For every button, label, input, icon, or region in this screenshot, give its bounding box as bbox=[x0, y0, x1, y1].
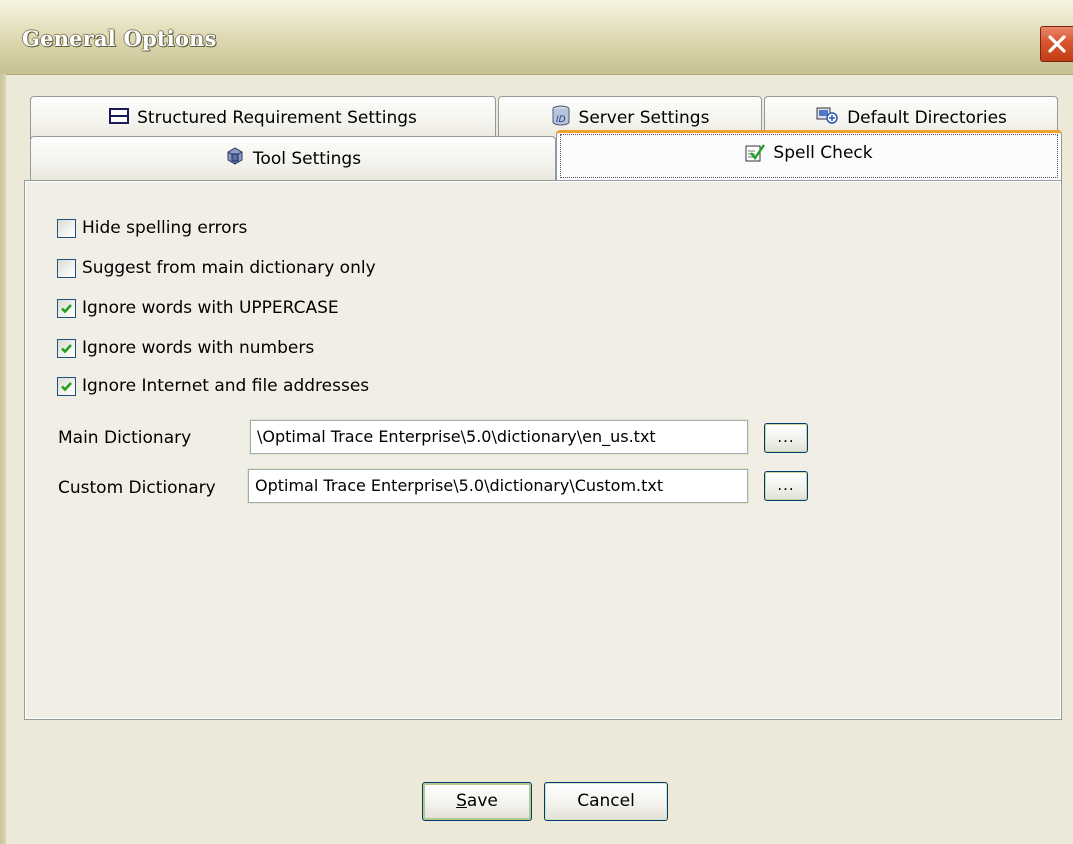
checkbox-checked[interactable] bbox=[57, 338, 76, 358]
checkbox-unchecked[interactable] bbox=[57, 218, 76, 238]
option-ignore-internet-addresses[interactable]: Ignore Internet and file addresses bbox=[57, 374, 369, 398]
directories-icon bbox=[815, 106, 839, 131]
spell-check-icon bbox=[745, 143, 766, 168]
main-dictionary-value: \Optimal Trace Enterprise\5.0\dictionary… bbox=[257, 427, 656, 446]
server-icon: ID bbox=[551, 105, 571, 132]
main-dictionary-input[interactable]: \Optimal Trace Enterprise\5.0\dictionary… bbox=[250, 420, 748, 454]
close-button[interactable] bbox=[1040, 26, 1073, 62]
structured-requirement-icon bbox=[109, 107, 130, 129]
tab-label: Spell Check bbox=[773, 143, 873, 163]
checkbox-unchecked[interactable] bbox=[57, 258, 76, 278]
tab-tool-settings[interactable]: Tool Settings bbox=[30, 136, 556, 180]
checkmark-icon bbox=[61, 343, 72, 353]
option-ignore-uppercase[interactable]: Ignore words with UPPERCASE bbox=[57, 296, 339, 320]
tab-label: Structured Requirement Settings bbox=[137, 108, 417, 128]
general-options-window: General Options Structured Requirement S… bbox=[0, 0, 1073, 844]
option-label: Hide spelling errors bbox=[82, 218, 248, 238]
tab-label: Server Settings bbox=[578, 108, 710, 128]
svg-text:ID: ID bbox=[556, 115, 566, 125]
save-label-rest: ave bbox=[466, 791, 498, 811]
option-suggest-main-dictionary[interactable]: Suggest from main dictionary only bbox=[57, 256, 376, 280]
custom-dictionary-value: Optimal Trace Enterprise\5.0\dictionary\… bbox=[255, 476, 664, 495]
checkmark-icon bbox=[61, 381, 72, 391]
close-icon bbox=[1048, 35, 1066, 53]
save-mnemonic: S bbox=[456, 791, 467, 811]
title-bar[interactable]: General Options bbox=[0, 0, 1073, 75]
checkbox-checked[interactable] bbox=[57, 298, 76, 318]
tool-settings-icon bbox=[225, 146, 245, 171]
save-button[interactable]: Save bbox=[422, 782, 532, 821]
option-label: Ignore words with numbers bbox=[82, 338, 315, 358]
main-dictionary-browse-button[interactable]: ... bbox=[764, 423, 808, 453]
main-dictionary-label: Main Dictionary bbox=[58, 428, 192, 448]
option-hide-spelling-errors[interactable]: Hide spelling errors bbox=[57, 216, 247, 240]
tab-spell-check[interactable]: Spell Check bbox=[556, 130, 1062, 181]
custom-dictionary-browse-button[interactable]: ... bbox=[764, 471, 808, 501]
custom-dictionary-input[interactable]: Optimal Trace Enterprise\5.0\dictionary\… bbox=[248, 469, 748, 503]
option-label: Ignore words with UPPERCASE bbox=[82, 298, 339, 318]
tab-structured-requirement-settings[interactable]: Structured Requirement Settings bbox=[30, 96, 496, 139]
window-border bbox=[0, 74, 6, 844]
option-label: Ignore Internet and file addresses bbox=[82, 376, 370, 396]
tab-label: Tool Settings bbox=[252, 148, 362, 169]
cancel-button[interactable]: Cancel bbox=[544, 782, 668, 821]
checkmark-icon bbox=[61, 303, 72, 313]
option-label: Suggest from main dictionary only bbox=[82, 258, 376, 278]
tab-label: Default Directories bbox=[847, 108, 1007, 128]
custom-dictionary-label: Custom Dictionary bbox=[58, 478, 216, 498]
option-ignore-numbers[interactable]: Ignore words with numbers bbox=[57, 336, 314, 360]
window-title: General Options bbox=[22, 26, 217, 51]
checkbox-checked[interactable] bbox=[57, 376, 76, 396]
